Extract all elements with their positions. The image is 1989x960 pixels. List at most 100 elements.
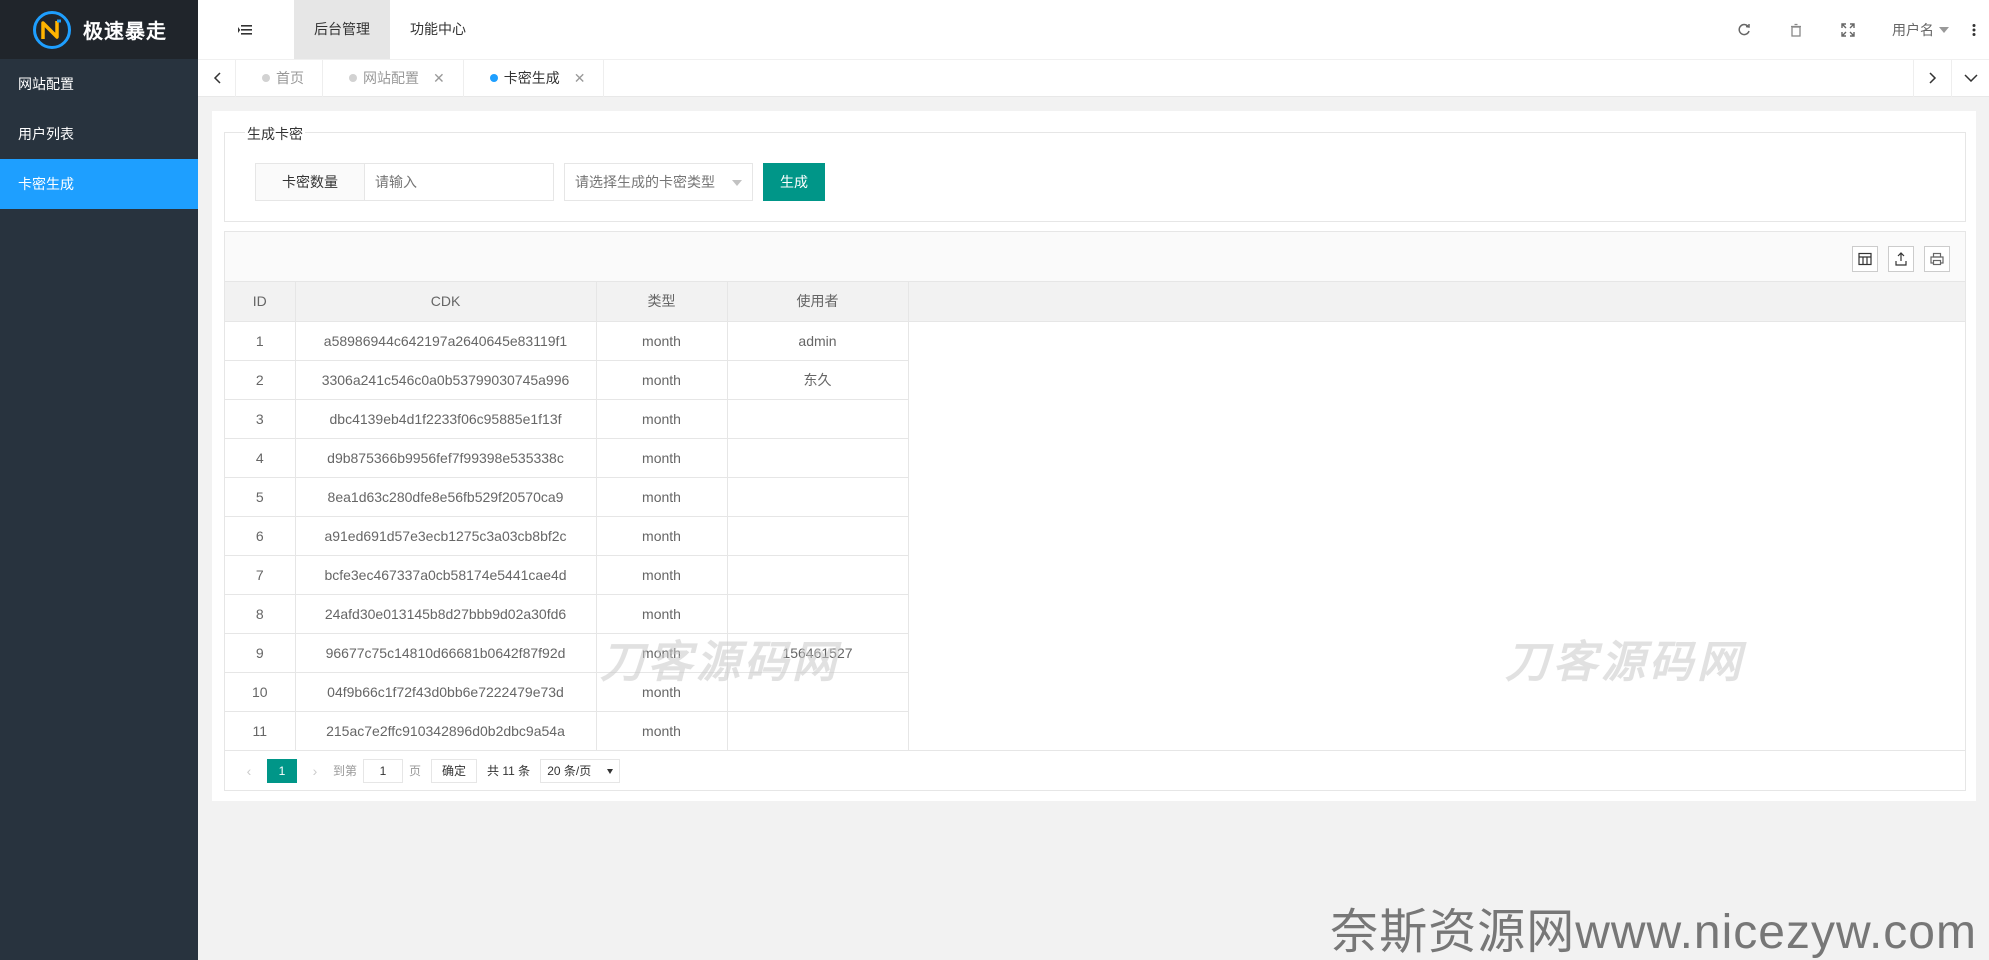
cell-type: month [596,711,728,751]
cell-type: month [596,555,728,595]
sidebar-item-user-list[interactable]: 用户列表 [0,109,198,159]
goto-page-input[interactable] [363,758,404,783]
cell-cdk: d9b875366b9956fef7f99398e535338c [295,438,597,478]
page-size-value: 20 条/页 [547,764,592,778]
trash-icon[interactable] [1770,0,1822,59]
cell-cdk: 3306a241c546c0a0b53799030745a996 [295,360,597,400]
cell-user [727,516,909,556]
goto-confirm-button[interactable]: 确定 [431,758,478,783]
cell-user: admin [727,321,909,361]
cell-cdk: 8ea1d63c280dfe8e56fb529f20570ca9 [295,477,597,517]
tab-admin[interactable]: 后台管理 [294,0,390,59]
watermark-center: 刀客源码网 [600,638,840,687]
cdk-table: ID CDK 类型 使用者 1 a58986944c642197a2640645e… [224,231,1966,791]
chevron-right-icon[interactable] [1913,59,1951,97]
prev-page-icon[interactable]: ‹ [237,763,261,779]
chevron-down-icon[interactable] [1951,59,1989,97]
generate-form-fieldset: 生成卡密 卡密数量 请选择生成的卡密类型 生成 [224,124,1966,222]
cell-user [727,711,909,751]
tab-function-center[interactable]: 功能中心 [390,0,486,59]
table-row[interactable]: 5 8ea1d63c280dfe8e56fb529f20570ca9 month [225,477,909,517]
fullscreen-icon[interactable] [1822,0,1874,59]
page-tab-home[interactable]: 首页 [236,59,323,97]
logo-icon [33,10,71,49]
user-menu[interactable]: 用户名 [1874,0,1959,59]
cell-type: month [596,399,728,439]
more-vertical-icon[interactable] [1959,0,1989,59]
site-watermark: 奈斯资源网www.nicezyw.com [1330,906,1977,959]
type-select[interactable]: 请选择生成的卡密类型 [564,163,753,201]
logo[interactable]: 极速暴走 [0,0,198,59]
cell-id: 7 [225,555,296,595]
count-input[interactable] [365,163,554,201]
column-header-id[interactable]: ID [225,282,296,322]
cell-id: 10 [225,672,296,712]
watermark-right: 刀客源码网 [1505,638,1745,687]
next-page-icon[interactable]: › [303,763,327,779]
cell-cdk: a91ed691d57e3ecb1275c3a03cb8bf2c [295,516,597,556]
current-page[interactable]: 1 [267,758,297,783]
column-header-user[interactable]: 使用者 [727,282,909,322]
fieldset-legend: 生成卡密 [245,124,305,144]
cell-type: month [596,438,728,478]
cell-cdk: 96677c75c14810d66681b0642f87f92d [295,633,597,673]
cell-id: 4 [225,438,296,478]
cell-cdk: 04f9b66c1f72f43d0bb6e7222479e73d [295,672,597,712]
header-right: 用户名 [1718,0,1989,59]
cell-cdk: bcfe3ec467337a0cb58174e5441cae4d [295,555,597,595]
close-icon[interactable]: ✕ [433,70,445,87]
page-tab-label: 网站配置 [363,70,419,86]
cell-user [727,555,909,595]
page-tab-card-generate[interactable]: 卡密生成 ✕ [464,59,605,97]
generate-button[interactable]: 生成 [763,163,825,201]
total-count: 共 11 条 [487,764,531,778]
brand-name: 极速暴走 [83,21,167,43]
export-icon[interactable] [1888,246,1914,272]
tab-dot [262,74,270,82]
table-toolbar [225,232,1965,282]
table-row[interactable]: 11 215ac7e2ffc910342896d0b2dbc9a54a month [225,711,909,751]
sidebar-item-card-generate[interactable]: 卡密生成 [0,159,198,209]
user-name: 用户名 [1892,21,1934,38]
refresh-icon[interactable] [1718,0,1770,59]
page-tab-site-config[interactable]: 网站配置 ✕ [323,59,464,97]
count-label: 卡密数量 [255,163,365,201]
column-header-type[interactable]: 类型 [596,282,728,322]
print-icon[interactable] [1924,246,1950,272]
chevron-left-icon[interactable] [198,59,236,97]
cell-cdk: a58986944c642197a2640645e83119f1 [295,321,597,361]
cell-id: 9 [225,633,296,673]
cell-id: 11 [225,711,296,751]
tab-dot [489,74,498,82]
table-row[interactable]: 7 bcfe3ec467337a0cb58174e5441cae4d month [225,555,909,595]
page-size-select[interactable]: 20 条/页 [540,758,621,783]
page-suffix: 页 [409,764,422,778]
table-row[interactable]: 4 d9b875366b9956fef7f99398e535338c month [225,438,909,478]
columns-filter-icon[interactable] [1852,246,1878,272]
sidebar: 极速暴走 网站配置 用户列表 卡密生成 [0,0,198,960]
cell-user [727,477,909,517]
chevron-down-icon [732,180,742,186]
cell-id: 2 [225,360,296,400]
cell-type: month [596,477,728,517]
cell-user [727,399,909,439]
table-row[interactable]: 6 a91ed691d57e3ecb1275c3a03cb8bf2c month [225,516,909,556]
top-header: 后台管理 功能中心 用户名 [198,0,1989,59]
sidebar-item-site-config[interactable]: 网站配置 [0,59,198,109]
table-row[interactable]: 1 a58986944c642197a2640645e83119f1 month ad… [225,321,909,361]
goto-label: 到第 [333,764,358,778]
cell-type: month [596,321,728,361]
table-row[interactable]: 3 dbc4139eb4d1f2233f06c95885e1f13f month [225,399,909,439]
menu-toggle-icon[interactable] [198,0,294,59]
main-content: 生成卡密 卡密数量 请选择生成的卡密类型 生成 [212,111,1976,801]
column-header-cdk[interactable]: CDK [295,282,597,322]
cell-id: 1 [225,321,296,361]
caret-down-icon [607,768,614,774]
cell-id: 5 [225,477,296,517]
cell-cdk: dbc4139eb4d1f2233f06c95885e1f13f [295,399,597,439]
table-row[interactable]: 2 3306a241c546c0a0b53799030745a996 month 东久 [225,360,909,400]
page-tabs-bar: 首页 网站配置 ✕ 卡密生成 ✕ [198,59,1989,97]
cell-user: 东久 [727,360,909,400]
close-icon[interactable]: ✕ [574,70,586,87]
pagination: ‹ 1 › 到第 页 确定 共 11 条 20 条/页 [225,750,1965,790]
